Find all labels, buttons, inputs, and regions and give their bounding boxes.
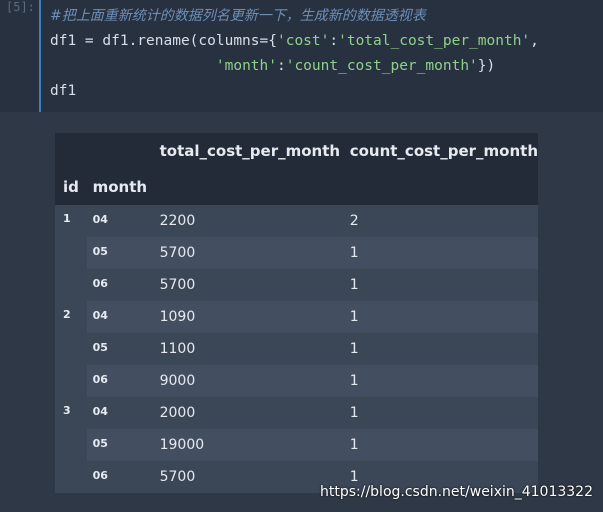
table-row: 05 1100 1 (55, 333, 538, 365)
row-index-id (55, 269, 87, 301)
index-name: id (63, 178, 79, 196)
cell-count-cost: 1 (343, 237, 538, 269)
row-index-month: 06 (86, 365, 154, 397)
index-name: month (92, 178, 148, 196)
code-cell[interactable]: [5]: #把上面重新统计的数据列名更新一下，生成新的数据透视表 df1 = d… (0, 0, 603, 112)
cell-count-cost: 1 (343, 333, 538, 365)
code-token: }) (477, 58, 496, 74)
column-header-row: total_cost_per_month count_cost_per_mont… (55, 133, 538, 169)
cell-total-cost: 5700 (153, 461, 344, 493)
row-index-id (55, 333, 87, 365)
row-index-id: 1 (55, 205, 87, 237)
cell-prompt: [5]: (6, 0, 35, 14)
code-string: 'cost' (276, 33, 330, 49)
table-row: 3 04 2000 1 (55, 397, 538, 429)
row-index-month: 04 (86, 301, 154, 333)
cell-total-cost: 2200 (153, 205, 344, 237)
code-token: df1 (50, 83, 77, 99)
table-row: 05 19000 1 (55, 429, 538, 461)
active-cell-indicator (39, 0, 41, 112)
row-index-month: 06 (86, 269, 154, 301)
row-index-id (55, 429, 87, 461)
row-index-id: 3 (55, 397, 87, 429)
row-index-month: 06 (86, 461, 154, 493)
table-row: 06 5700 1 (55, 269, 538, 301)
cell-total-cost: 5700 (153, 269, 344, 301)
row-index-id (55, 237, 87, 269)
row-index-id (55, 365, 87, 397)
cell-total-cost: 19000 (153, 429, 344, 461)
row-index-month: 05 (86, 237, 154, 269)
code-token: df1 = df1.rename(columns={ (50, 33, 277, 49)
code-string: 'total_cost_per_month' (338, 33, 531, 49)
code-string: 'month' (215, 58, 277, 74)
code-editor[interactable]: #把上面重新统计的数据列名更新一下，生成新的数据透视表 df1 = df1.re… (50, 4, 539, 104)
watermark: https://blog.csdn.net/weixin_41013322 (319, 484, 593, 500)
table-row: 06 9000 1 (55, 365, 538, 397)
cell-total-cost: 5700 (153, 237, 344, 269)
output-dataframe: total_cost_per_month count_cost_per_mont… (55, 133, 538, 493)
cell-count-cost: 2 (343, 205, 538, 237)
cell-count-cost: 1 (343, 301, 538, 333)
pivot-table: total_cost_per_month count_cost_per_mont… (55, 133, 538, 493)
cell-count-cost: 1 (343, 269, 538, 301)
code-comment: #把上面重新统计的数据列名更新一下，生成新的数据透视表 (50, 8, 426, 24)
cell-count-cost: 1 (343, 397, 538, 429)
cell-count-cost: 1 (343, 429, 538, 461)
cell-total-cost: 1100 (153, 333, 344, 365)
table-row: 05 5700 1 (55, 237, 538, 269)
row-index-month: 04 (86, 205, 154, 237)
row-index-id: 2 (55, 301, 87, 333)
row-index-id (55, 461, 87, 493)
code-token: , (530, 33, 539, 49)
row-index-month: 04 (86, 397, 154, 429)
code-token: : (276, 58, 286, 74)
table-row: 2 04 1090 1 (55, 301, 538, 333)
cell-total-cost: 9000 (153, 365, 344, 397)
row-index-month: 05 (86, 429, 154, 461)
cell-total-cost: 2000 (153, 397, 344, 429)
cell-total-cost: 1090 (153, 301, 344, 333)
cell-count-cost: 1 (343, 365, 538, 397)
code-string: 'count_cost_per_month' (285, 58, 478, 74)
index-header-row: id month (55, 169, 538, 205)
column-header: count_cost_per_month (349, 142, 538, 160)
column-header: total_cost_per_month (159, 142, 341, 160)
row-index-month: 05 (86, 333, 154, 365)
code-token: : (329, 33, 339, 49)
table-row: 1 04 2200 2 (55, 205, 538, 237)
